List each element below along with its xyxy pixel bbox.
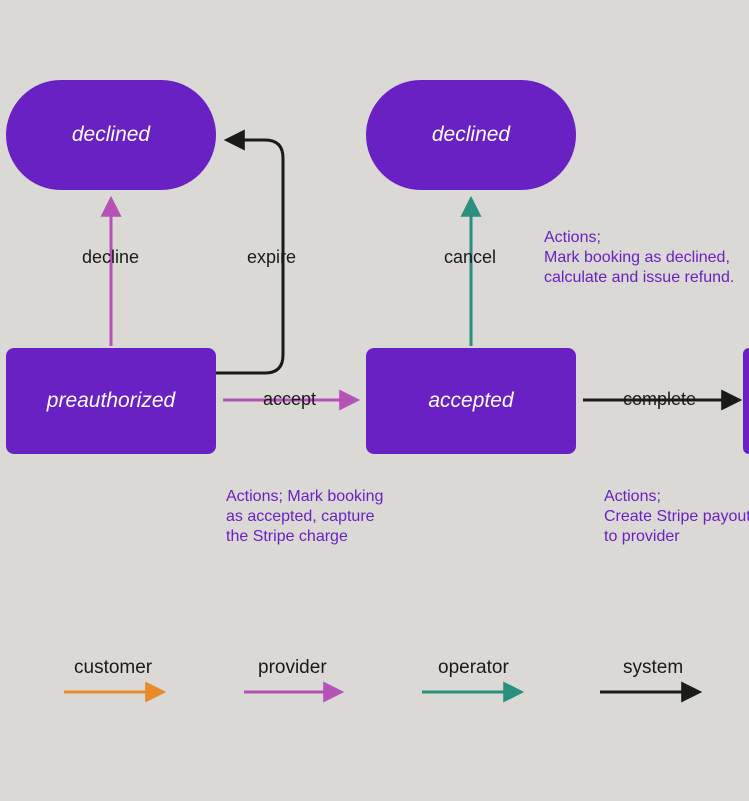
edge-accept-label: accept	[263, 389, 316, 410]
note-complete: Actions; Create Stripe payout to provide…	[604, 487, 749, 547]
state-declined-right: declined	[366, 80, 576, 190]
edge-complete-label: complete	[623, 389, 696, 410]
state-next-partial	[743, 348, 749, 454]
state-label: declined	[72, 123, 150, 147]
edge-decline-label: decline	[82, 247, 139, 268]
state-label: preauthorized	[47, 389, 175, 413]
legend-customer-label: customer	[74, 657, 152, 679]
legend-operator-label: operator	[438, 657, 509, 679]
edge-expire-label: expire	[247, 247, 296, 268]
legend-provider-label: provider	[258, 657, 327, 679]
note-accept: Actions; Mark booking as accepted, captu…	[226, 487, 401, 547]
state-label: declined	[432, 123, 510, 147]
note-cancel: Actions; Mark booking as declined, calcu…	[544, 228, 749, 288]
legend-system-label: system	[623, 657, 683, 679]
state-label: accepted	[428, 389, 513, 413]
state-preauthorized: preauthorized	[6, 348, 216, 454]
state-declined-left: declined	[6, 80, 216, 190]
state-accepted: accepted	[366, 348, 576, 454]
edge-cancel-label: cancel	[444, 247, 496, 268]
